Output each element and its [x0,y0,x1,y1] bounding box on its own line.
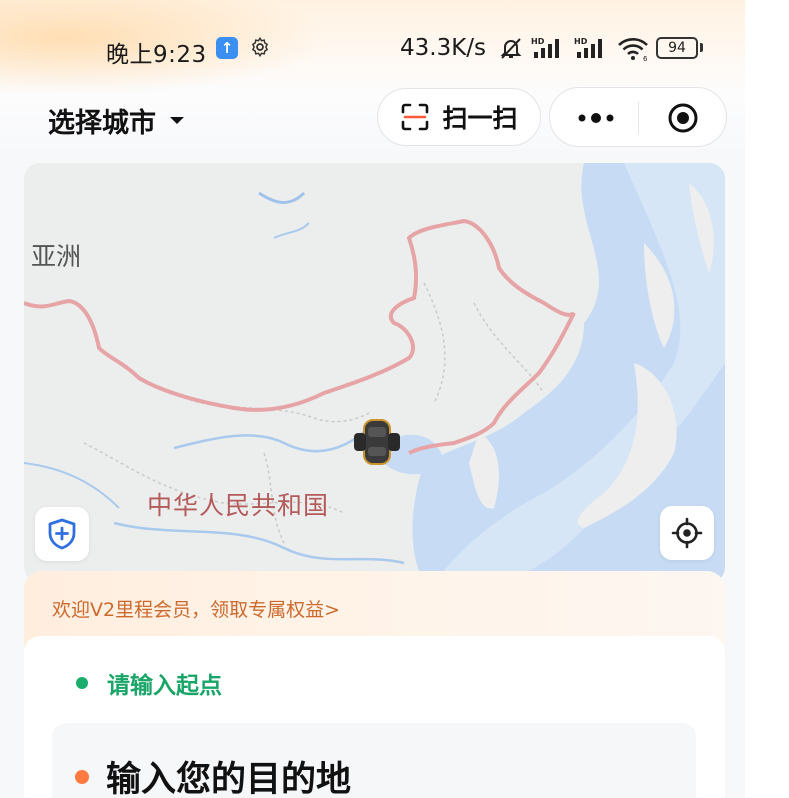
wifi-icon: 6 [618,38,648,62]
start-dot-icon [76,677,88,689]
bell-muted-icon [500,38,522,59]
member-promo-text[interactable]: 欢迎V2里程会员，领取专属权益> [52,595,340,622]
caret-down-icon [170,116,184,124]
scan-button[interactable]: 扫一扫 [377,88,541,146]
start-location-field[interactable]: 请输入起点 [76,666,222,700]
destination-placeholder: 输入您的目的地 [106,760,352,798]
destination-field[interactable]: 输入您的目的地 [52,723,696,798]
status-time: 晚上9:23 [106,42,207,68]
map-background [24,163,725,583]
safety-shield-button[interactable] [35,507,89,561]
battery-indicator: 94 [656,37,698,59]
hd-signal-icon: HD [531,37,559,58]
city-select-button[interactable]: 选择城市 [48,100,184,140]
map-view[interactable]: 亚洲 中华人民共和国 [24,163,725,583]
status-bar: 晚上9:23 ↑ 43.3K/s HD HD 6 94 [0,28,745,68]
battery-tip [700,43,703,52]
capsule-divider [638,102,639,134]
scan-label: 扫一扫 [442,104,518,133]
map-label-asia: 亚洲 [31,242,82,271]
destination-row: 输入您的目的地 [75,751,351,798]
shield-plus-icon [48,518,76,550]
upload-arrow-icon: ↑ [216,37,238,59]
map-label-china: 中华人民共和国 [147,491,330,520]
more-dots-icon[interactable] [574,107,618,129]
mini-program-capsule [549,87,727,147]
trip-panel: 请输入起点 输入您的目的地 [24,636,725,798]
target-circle-icon[interactable] [667,102,699,134]
city-select-label: 选择城市 [48,107,156,139]
settings-gear-icon [251,36,269,58]
car-marker-icon [354,419,400,465]
svg-text:6: 6 [643,55,648,62]
locate-button[interactable] [660,506,714,560]
destination-dot-icon [75,769,89,784]
hd-signal-icon: HD [574,37,602,58]
svg-text:HD: HD [531,37,545,46]
app-screen: 晚上9:23 ↑ 43.3K/s HD HD 6 94 选择城市 扫一扫 亚洲 … [0,0,745,798]
scan-icon [402,103,429,131]
crosshair-locate-icon [671,517,703,549]
svg-text:HD: HD [574,37,588,46]
start-location-placeholder: 请输入起点 [107,673,222,699]
network-speed: 43.3K/s [400,35,487,61]
